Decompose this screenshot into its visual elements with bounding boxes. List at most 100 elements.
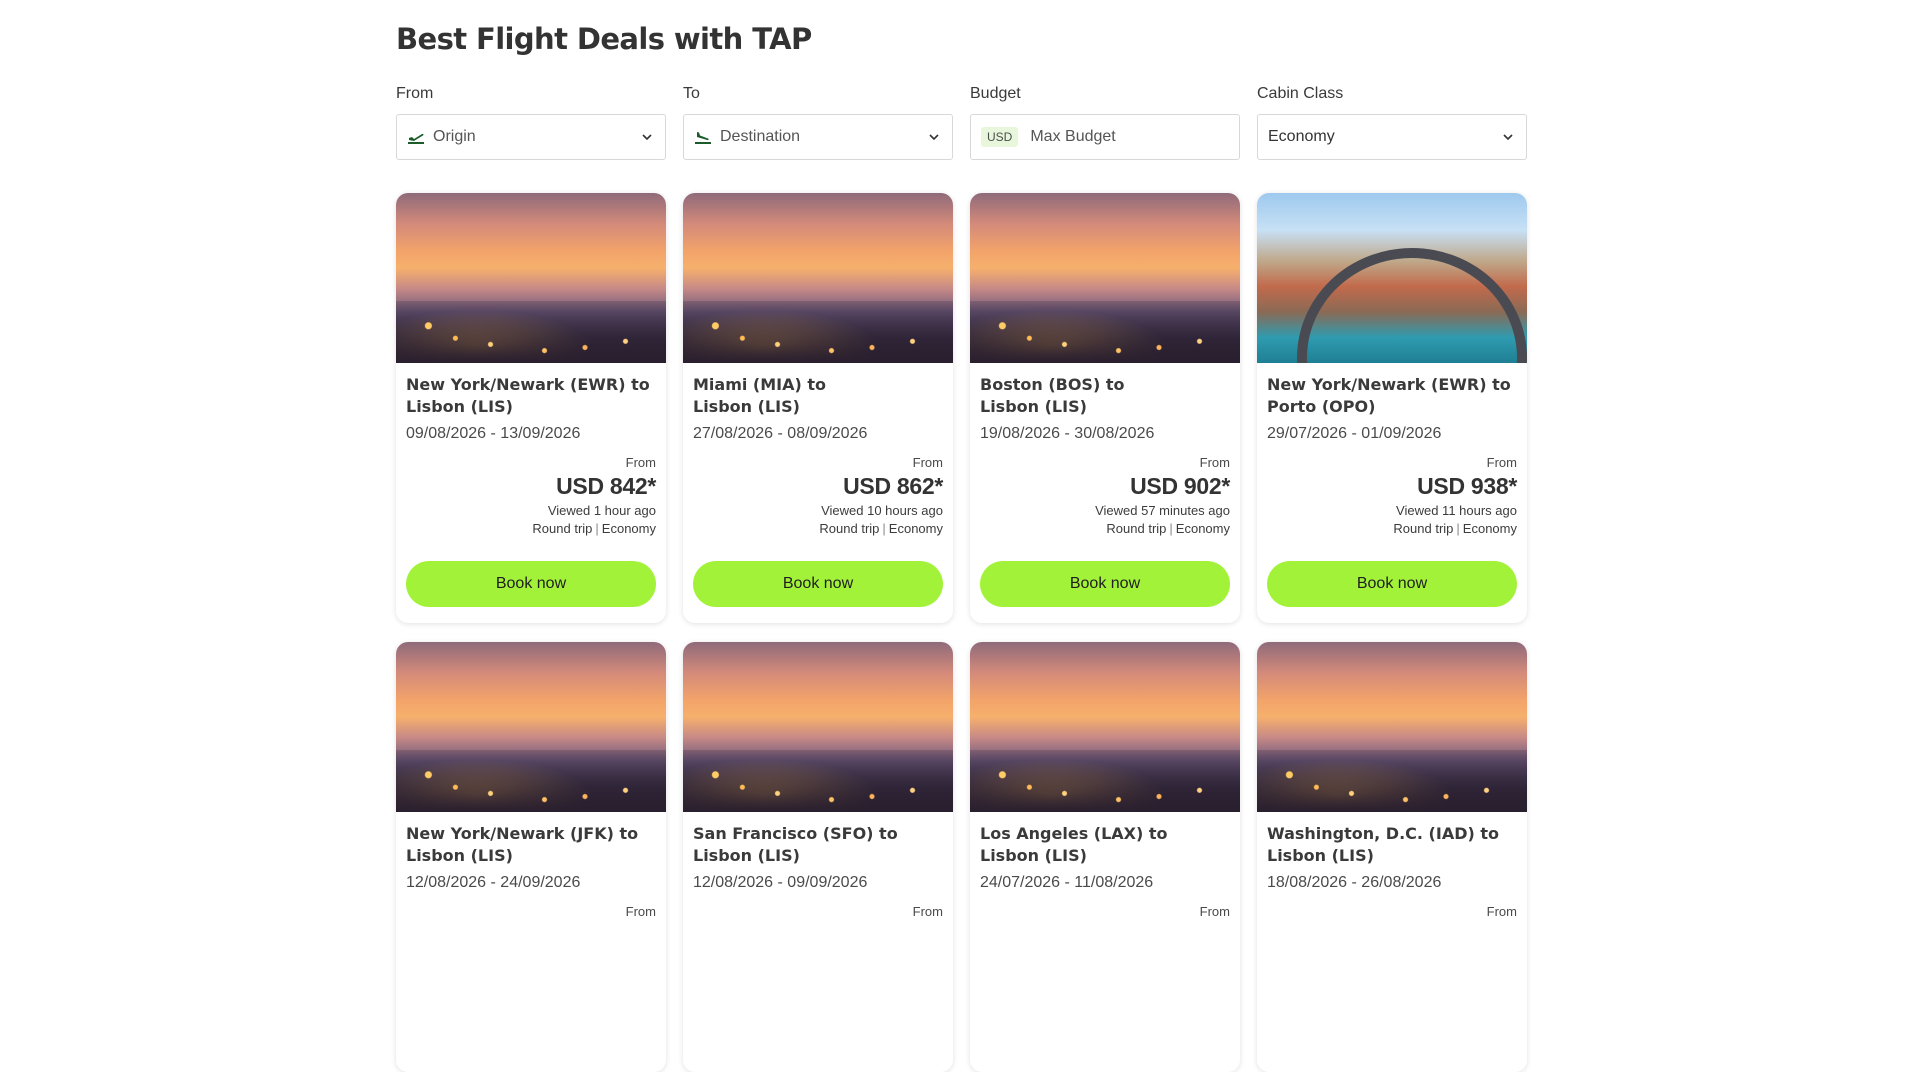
trip-type: Round trip <box>819 521 880 536</box>
book-now-button[interactable]: Book now <box>693 561 943 607</box>
route-destination: Lisbon (LIS) <box>406 397 513 416</box>
route-destination: Porto (OPO) <box>1267 397 1376 416</box>
book-now-button[interactable]: Book now <box>1267 561 1517 607</box>
destination-select[interactable]: Destination <box>683 114 953 160</box>
budget-label: Budget <box>970 85 1021 102</box>
from-label: From <box>1199 455 1230 470</box>
deal-card[interactable]: New York/Newark (EWR) to Lisbon (LIS) 09/… <box>396 193 666 623</box>
filter-bar: From Origin To Destination Budget USD Ma… <box>396 84 1527 164</box>
route-origin: San Francisco (SFO) to <box>693 824 898 843</box>
route-destination: Lisbon (LIS) <box>406 846 513 865</box>
route-origin: Los Angeles (LAX) to <box>980 824 1168 843</box>
separator: | <box>595 521 599 536</box>
deal-route: New York/Newark (JFK) to Lisbon (LIS) <box>406 823 656 867</box>
deal-route: Washington, D.C. (IAD) to Lisbon (LIS) <box>1267 823 1517 867</box>
separator: | <box>1456 521 1460 536</box>
deal-price: USD 938* <box>1417 473 1517 499</box>
chevron-down-icon <box>929 134 939 141</box>
cabin-select[interactable]: Economy <box>1257 114 1527 160</box>
route-origin: New York/Newark (EWR) to <box>406 375 650 394</box>
deal-dates: 09/08/2026 - 13/09/2026 <box>406 425 581 442</box>
from-label: From <box>1199 904 1230 919</box>
deal-route: Los Angeles (LAX) to Lisbon (LIS) <box>980 823 1230 867</box>
viewed-time: Viewed 11 hours ago <box>1396 503 1517 518</box>
trip-info: Round trip | Economy <box>406 521 656 539</box>
page-title: Best Flight Deals with TAP <box>396 22 812 56</box>
lisbon-sunset-image <box>683 193 953 363</box>
deal-card[interactable]: Miami (MIA) to Lisbon (LIS) 27/08/2026 - … <box>683 193 953 623</box>
trip-cabin: Economy <box>601 521 656 536</box>
lisbon-sunset-image <box>1257 642 1527 812</box>
plane-landing-icon <box>694 128 716 146</box>
trip-cabin: Economy <box>888 521 943 536</box>
deal-card[interactable]: New York/Newark (JFK) to Lisbon (LIS) 12/… <box>396 642 666 1072</box>
route-origin: Boston (BOS) to <box>980 375 1125 394</box>
budget-filter: Budget USD Max Budget <box>970 84 1240 160</box>
route-origin: Washington, D.C. (IAD) to <box>1267 824 1499 843</box>
book-now-button[interactable]: Book now <box>980 561 1230 607</box>
deal-price: USD 842* <box>556 473 656 499</box>
origin-placeholder: Origin <box>433 128 476 145</box>
deal-price: USD 862* <box>843 473 943 499</box>
deal-dates: 12/08/2026 - 24/09/2026 <box>406 874 581 891</box>
plane-takeoff-icon <box>407 128 429 146</box>
budget-placeholder: Max Budget <box>1030 128 1116 145</box>
route-destination: Lisbon (LIS) <box>693 397 800 416</box>
cabin-value: Economy <box>1268 128 1335 145</box>
trip-cabin: Economy <box>1175 521 1230 536</box>
trip-info: Round trip | Economy <box>1267 521 1517 539</box>
route-destination: Lisbon (LIS) <box>1267 846 1374 865</box>
deal-card[interactable]: Los Angeles (LAX) to Lisbon (LIS) 24/07/2… <box>970 642 1240 1072</box>
lisbon-sunset-image <box>396 642 666 812</box>
route-destination: Lisbon (LIS) <box>980 846 1087 865</box>
trip-info: Round trip | Economy <box>980 521 1230 539</box>
to-filter: To Destination <box>683 84 953 160</box>
to-label: To <box>683 85 700 102</box>
deal-route: Boston (BOS) to Lisbon (LIS) <box>980 374 1230 418</box>
lisbon-sunset-image <box>683 642 953 812</box>
chevron-down-icon <box>1503 134 1513 141</box>
deal-price: USD 902* <box>1130 473 1230 499</box>
trip-cabin: Economy <box>1462 521 1517 536</box>
book-now-button[interactable]: Book now <box>406 561 656 607</box>
chevron-down-icon <box>642 134 652 141</box>
deal-card[interactable]: Washington, D.C. (IAD) to Lisbon (LIS) 18… <box>1257 642 1527 1072</box>
deal-dates: 24/07/2026 - 11/08/2026 <box>980 874 1154 891</box>
trip-type: Round trip <box>1106 521 1167 536</box>
currency-badge: USD <box>981 127 1019 147</box>
deal-route: New York/Newark (EWR) to Lisbon (LIS) <box>406 374 656 418</box>
from-label: From <box>396 85 434 102</box>
porto-bridge-image <box>1257 193 1527 363</box>
deal-route: Miami (MIA) to Lisbon (LIS) <box>693 374 943 418</box>
deal-card[interactable]: Boston (BOS) to Lisbon (LIS) 19/08/2026 -… <box>970 193 1240 623</box>
lisbon-sunset-image <box>396 193 666 363</box>
trip-type: Round trip <box>532 521 593 536</box>
deal-card[interactable]: San Francisco (SFO) to Lisbon (LIS) 12/08… <box>683 642 953 1072</box>
viewed-time: Viewed 1 hour ago <box>547 503 656 518</box>
cabin-label: Cabin Class <box>1257 85 1344 102</box>
deal-route: San Francisco (SFO) to Lisbon (LIS) <box>693 823 943 867</box>
deal-card[interactable]: New York/Newark (EWR) to Porto (OPO) 29/0… <box>1257 193 1527 623</box>
route-destination: Lisbon (LIS) <box>980 397 1087 416</box>
viewed-time: Viewed 10 hours ago <box>821 503 943 518</box>
destination-placeholder: Destination <box>720 128 801 145</box>
trip-type: Round trip <box>1393 521 1454 536</box>
lisbon-sunset-image <box>970 193 1240 363</box>
separator: | <box>1169 521 1173 536</box>
trip-info: Round trip | Economy <box>693 521 943 539</box>
deal-route: New York/Newark (EWR) to Porto (OPO) <box>1267 374 1517 418</box>
from-label: From <box>1486 904 1517 919</box>
cabin-filter: Cabin Class Economy <box>1257 84 1527 160</box>
separator: | <box>882 521 886 536</box>
route-origin: New York/Newark (EWR) to <box>1267 375 1511 394</box>
lisbon-sunset-image <box>970 642 1240 812</box>
deal-dates: 18/08/2026 - 26/08/2026 <box>1267 874 1442 891</box>
origin-select[interactable]: Origin <box>396 114 666 160</box>
route-destination: Lisbon (LIS) <box>693 846 800 865</box>
deal-dates: 12/08/2026 - 09/09/2026 <box>693 874 868 891</box>
deal-dates: 19/08/2026 - 30/08/2026 <box>980 425 1155 442</box>
from-label: From <box>912 455 943 470</box>
budget-input[interactable]: USD Max Budget <box>970 114 1240 160</box>
deal-dates: 27/08/2026 - 08/09/2026 <box>693 425 868 442</box>
viewed-time: Viewed 57 minutes ago <box>1095 503 1230 518</box>
